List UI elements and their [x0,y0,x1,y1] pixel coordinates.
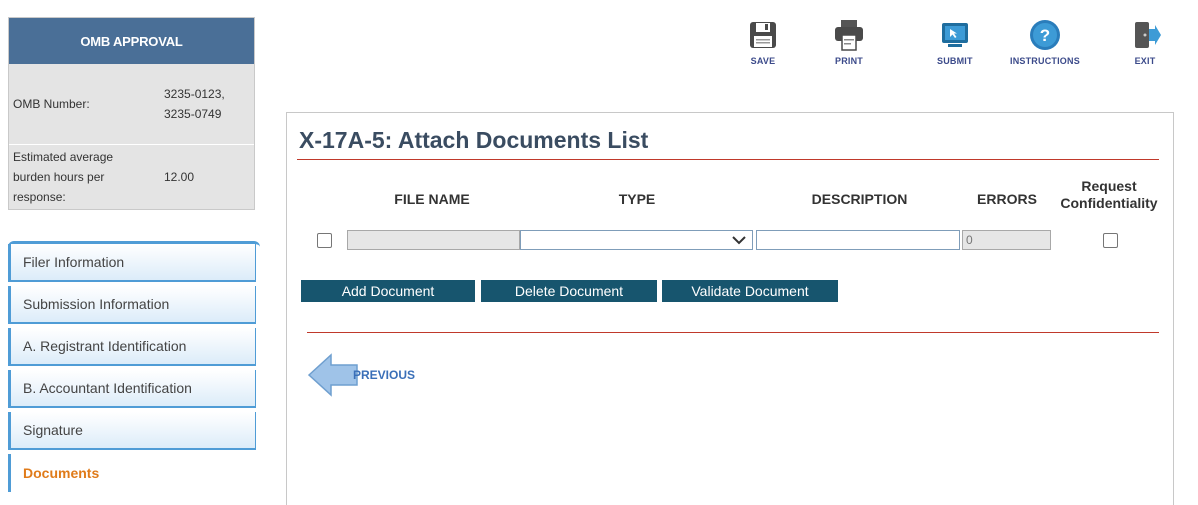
file-name-input[interactable] [347,230,520,250]
sidebar-item-label: Filer Information [23,254,125,270]
submit-label: SUBMIT [937,56,973,66]
validate-document-button[interactable]: Validate Document [662,280,838,302]
request-confidentiality-checkbox[interactable] [1103,233,1118,248]
sidebar-item-label: Documents [23,465,100,481]
sidebar-item-documents[interactable]: Documents [8,454,260,492]
sidebar-item-submission-information[interactable]: Submission Information [8,286,256,324]
omb-number-label: OMB Number: [13,97,90,111]
chevron-down-icon [732,236,746,245]
sidebar-item-filer-information[interactable]: Filer Information [8,244,256,282]
omb-burden-line2: burden hours per [13,170,105,184]
confidentiality-header-line2: Confidentiality [1060,195,1158,211]
omb-number-value: 3235-0123, 3235-0749 [158,84,225,124]
errors-field: 0 [962,230,1051,250]
omb-number-row: OMB Number: 3235-0123, 3235-0749 [9,64,254,145]
delete-document-button[interactable]: Delete Document [481,280,657,302]
omb-approval-header: OMB APPROVAL [9,18,254,64]
sidebar-item-label: Signature [23,422,83,438]
sidebar-item-label: B. Accountant Identification [23,380,192,396]
title-divider [297,159,1159,160]
help-icon: ? [1028,18,1062,52]
omb-burden-row: Estimated average burden hours per respo… [9,145,254,218]
description-input[interactable] [756,230,960,250]
column-header-request-confidentiality: Request Confidentiality [1049,178,1169,212]
exit-button[interactable]: EXIT [1128,18,1162,66]
row-select-checkbox[interactable] [317,233,332,248]
sidebar-item-label: Submission Information [23,296,170,312]
previous-button[interactable]: PREVIOUS [307,353,415,397]
omb-burden-line1: Estimated average [13,150,114,164]
column-header-description: DESCRIPTION [811,191,908,207]
sidebar-nav: Filer Information Submission Information… [8,241,260,496]
exit-label: EXIT [1134,56,1156,66]
print-label: PRINT [835,56,863,66]
column-header-errors: ERRORS [977,191,1037,207]
page-title: X-17A-5: Attach Documents List [299,127,649,153]
sidebar-item-label: A. Registrant Identification [23,338,187,354]
main-panel: X-17A-5: Attach Documents List FILE NAME… [286,112,1174,505]
submit-icon [938,18,972,52]
confidentiality-header-line1: Request [1081,178,1137,194]
add-document-button[interactable]: Add Document [301,280,475,302]
save-button[interactable]: SAVE [746,18,780,66]
exit-icon [1128,18,1162,52]
save-icon [746,18,780,52]
omb-number-line2: 3235-0749 [164,107,222,121]
column-header-file-name: FILE NAME [394,191,470,207]
sidebar-item-registrant-identification[interactable]: A. Registrant Identification [8,328,256,366]
section-divider [307,332,1159,333]
omb-burden-line3: response: [13,190,66,204]
instructions-label: INSTRUCTIONS [1010,56,1080,66]
save-label: SAVE [750,56,776,66]
omb-burden-label: Estimated average burden hours per respo… [9,147,158,207]
svg-text:?: ? [1040,26,1050,45]
omb-approval-panel: OMB APPROVAL OMB Number: 3235-0123, 3235… [8,17,255,218]
omb-burden-value: 12.00 [164,170,195,184]
submit-button[interactable]: SUBMIT [937,18,973,66]
instructions-button[interactable]: ? INSTRUCTIONS [1010,18,1080,66]
print-button[interactable]: PRINT [832,18,866,66]
omb-number-line1: 3235-0123, [164,87,225,101]
previous-label: PREVIOUS [353,368,416,382]
toolbar: SAVE PRINT SUBMIT ? INSTRUCTIONS EXIT [744,18,1198,78]
type-select[interactable] [520,230,753,250]
sidebar-item-accountant-identification[interactable]: B. Accountant Identification [8,370,256,408]
print-icon [832,18,866,52]
column-header-type: TYPE [618,191,656,207]
back-arrow-icon [307,353,358,397]
sidebar-item-signature[interactable]: Signature [8,412,256,450]
